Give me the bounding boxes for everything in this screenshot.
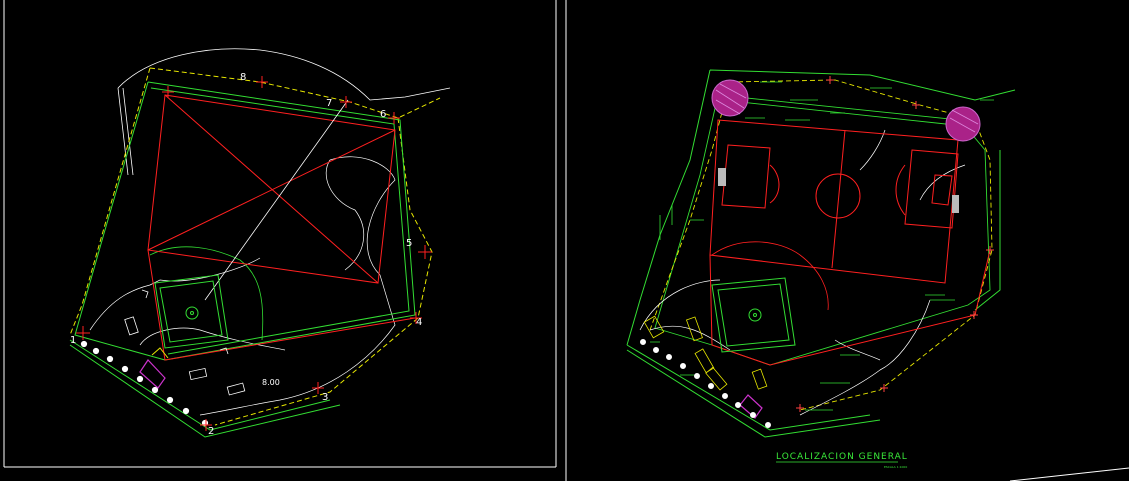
left-yellow-gate [151,347,169,359]
corner-trees [711,79,981,142]
left-goal [718,168,726,186]
left-site-plan: 8 7 6 5 4 3 2 1 8.00 [69,48,451,438]
right-contours [639,129,966,416]
right-property-line [649,79,993,411]
vertex-label-5: 5 [406,238,412,249]
right-tree-row [640,339,771,428]
vertex-label-8: 8 [240,72,246,83]
left-diagonal-line [204,99,349,301]
cad-drawing-canvas: 8 7 6 5 4 3 2 1 8.00 LOCALIZACION GENERA… [3,0,1129,481]
vertex-label-6: 6 [380,109,386,120]
soccer-field [709,119,959,284]
vertex-label-1: 1 [70,335,76,346]
left-access-road [117,87,134,176]
left-magenta-gate [139,359,166,389]
left-red-boundary [147,249,416,361]
dimension-label: 8.00 [262,378,280,387]
right-site-plan: LOCALIZACION GENERAL ESCALA 1:1000 [626,69,1016,469]
vertex-label-7: 7 [326,98,332,109]
viewport-frames [3,0,1129,481]
drawing-scale-note: ESCALA 1:1000 [884,465,907,469]
right-goal [952,195,959,213]
right-red-arc [711,241,829,311]
right-court [711,277,796,353]
left-field-rectangle [147,94,396,284]
parking-blocks [643,315,768,391]
vertex-label-3: 3 [322,392,328,403]
drawing-title: LOCALIZACION GENERAL [776,452,908,462]
right-annotation-marks [650,81,994,411]
left-court [154,274,229,349]
vertex-label-2: 2 [208,426,214,437]
right-inner-wall [654,94,991,366]
vertex-label-4: 4 [416,317,422,328]
